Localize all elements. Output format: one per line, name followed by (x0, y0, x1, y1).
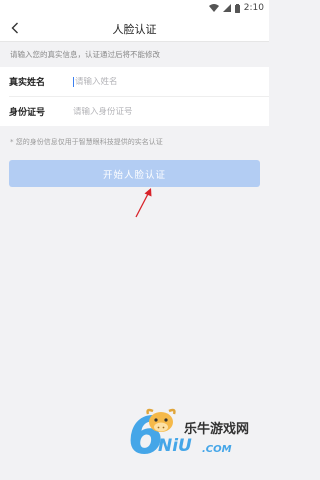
watermark-logo: 6 乐牛游戏网 NiU .COM (128, 400, 268, 470)
watermark-logo-text: NiU (158, 436, 192, 456)
battery-icon (234, 3, 240, 13)
watermark-domain: .COM (202, 444, 232, 455)
id-row: 身份证号 (9, 96, 269, 126)
start-face-auth-button[interactable]: 开始人脸认证 (9, 160, 260, 187)
signal-icon (222, 4, 231, 12)
cow-mascot-icon (146, 408, 176, 432)
nav-bar: 人脸认证 (0, 16, 269, 42)
watermark-brand: 乐牛游戏网 (184, 422, 250, 437)
id-input[interactable] (73, 106, 243, 117)
info-notice: 请输入您的真实信息，认证通过后将不能修改 (10, 50, 160, 59)
privacy-footnote: * 您的身份信息仅用于智慧眼科技提供的实名认证 (10, 138, 163, 146)
status-time: 2:10 (243, 3, 264, 13)
page-title: 人脸认证 (112, 23, 157, 36)
annotation-arrow-icon (135, 188, 152, 218)
name-input[interactable] (73, 76, 245, 87)
status-bar: 2:10 (0, 0, 269, 16)
name-row: 真实姓名 (0, 67, 269, 96)
name-label: 真实姓名 (9, 78, 46, 88)
wifi-icon (208, 4, 219, 12)
id-label: 身份证号 (9, 108, 46, 118)
screen: 2:10 人脸认证 请输入您的真实信息，认证通过后将不能修改 真实姓名 身份证号… (0, 0, 269, 480)
identity-form: 真实姓名 身份证号 (0, 67, 269, 126)
